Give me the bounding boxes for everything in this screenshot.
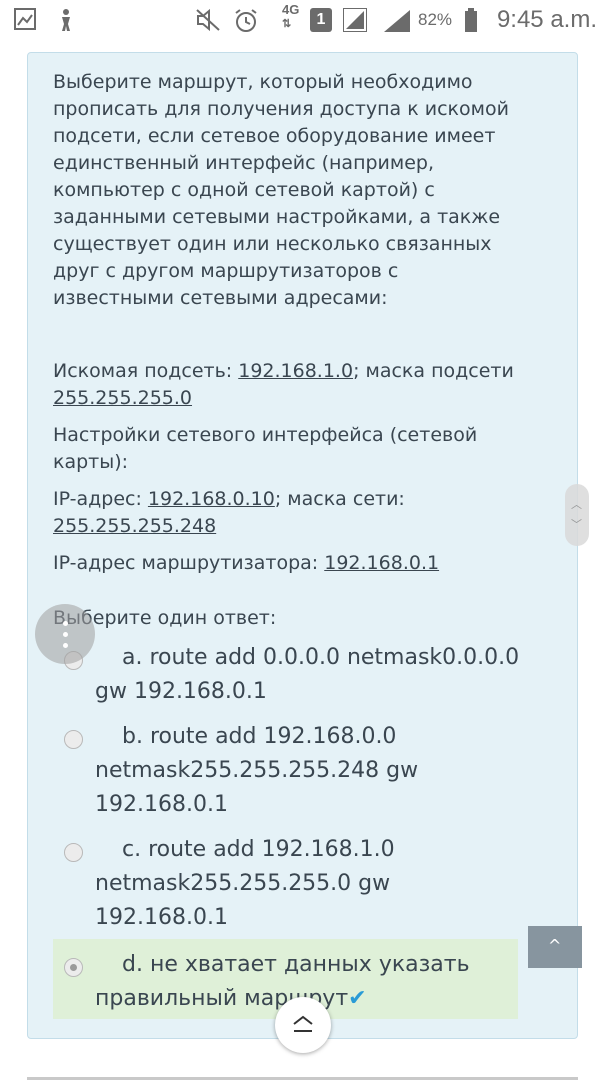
router-label: IP-адрес маршрутизатора: [53, 552, 325, 574]
router-line: IP-адрес маршрутизатора: 192.168.0.1 [53, 550, 523, 577]
option-c-label[interactable]: c. route add 192.168.1.0 netmask255.255.… [95, 833, 525, 935]
interface-settings-label: Настройки сетевого интерфейса (сетевой к… [53, 424, 478, 473]
subnet-line: Искомая подсеть: 192.168.1.0; маска подс… [53, 358, 523, 412]
clock: 9:45 a.m. [496, 6, 597, 33]
battery-percent: 82% [418, 10, 453, 29]
option-b[interactable]: b. route add 192.168.0.0 netmask255.255.… [53, 719, 518, 825]
router-value: 192.168.0.1 [324, 552, 440, 574]
status-bar: 4G ⇅ 1 82% 9:45 a.m. [0, 0, 607, 40]
option-b-label[interactable]: b. route add 192.168.0.0 netmask255.255.… [95, 720, 525, 822]
ip-value: 192.168.0.10 [147, 488, 275, 510]
option-c[interactable]: c. route add 192.168.1.0 netmask255.255.… [53, 832, 518, 938]
question-card: Выберите маршрут, который необходимо про… [27, 52, 578, 1039]
option-c-radio[interactable] [64, 843, 83, 862]
network-type: 4G ⇅ [282, 2, 300, 30]
ip-label: IP-адрес: [53, 488, 148, 510]
option-a[interactable]: a. route add 0.0.0.0 netmask0.0.0.0 gw 1… [53, 638, 519, 714]
subnet-label: Искомая подсеть: [53, 360, 239, 382]
subnet-mask-label: ; маска подсети [353, 360, 514, 382]
floating-menu-button[interactable] [35, 604, 95, 664]
dot-icon [63, 643, 68, 648]
chevron-up-icon: ^ [548, 936, 562, 955]
netmask-value: 255.255.255.248 [53, 515, 217, 537]
option-b-radio[interactable] [64, 730, 83, 749]
dot-icon [63, 632, 68, 637]
sim-indicator: 1 [310, 8, 332, 32]
option-d-radio[interactable] [64, 958, 83, 977]
question-text: Выберите маршрут, который необходимо про… [53, 71, 509, 309]
signal-icon [343, 8, 367, 32]
gallery-icon [14, 8, 36, 30]
dot-icon [63, 621, 68, 626]
person-icon [62, 9, 70, 31]
chevron-down-icon: ﹀ [571, 518, 582, 531]
ip-line: IP-адрес: 192.168.0.10; маска сети: 255.… [53, 486, 523, 540]
alarm-icon [235, 9, 257, 32]
netmask-label: ; маска сети: [274, 488, 405, 510]
mute-icon [196, 8, 220, 32]
correct-check-icon: ✔ [348, 986, 367, 1011]
option-a-label[interactable]: a. route add 0.0.0.0 netmask0.0.0.0 gw 1… [95, 641, 525, 709]
signal-strength-icon [384, 10, 410, 32]
double-chevron-up-icon [293, 1015, 313, 1032]
back-to-top-button[interactable]: ^ [528, 926, 582, 968]
subnet-mask-value: 255.255.255.0 [53, 387, 193, 409]
scroll-to-top-button[interactable] [275, 997, 331, 1053]
battery-icon [465, 8, 477, 32]
subnet-value: 192.168.1.0 [238, 360, 354, 382]
chevron-up-icon: ︿ [571, 498, 582, 511]
scroll-handle[interactable]: ︿ ﹀ [565, 484, 589, 546]
